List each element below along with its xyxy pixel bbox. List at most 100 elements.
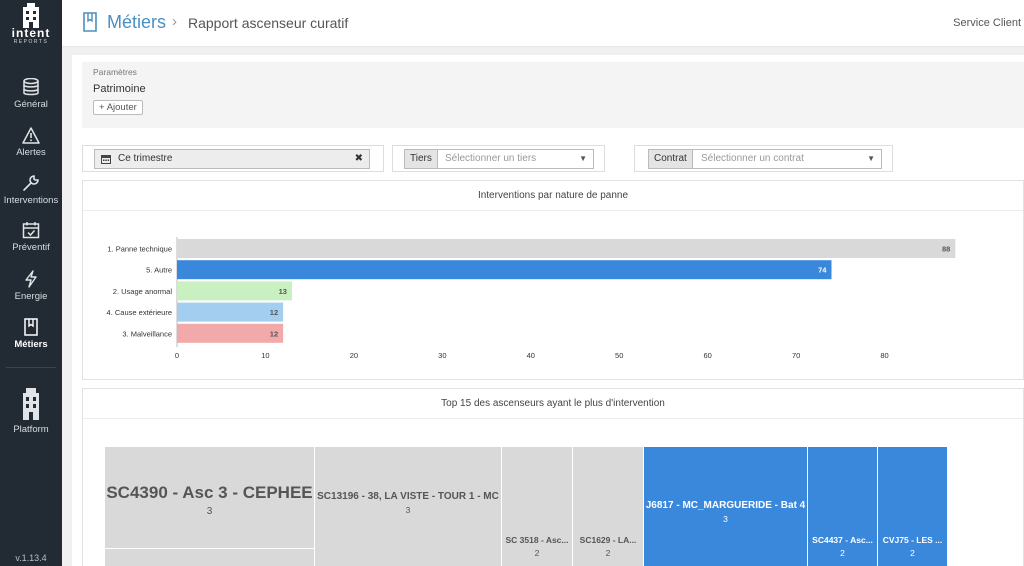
x-tick-label: 70: [792, 351, 800, 360]
parameters-label: Paramètres: [93, 67, 137, 77]
bar: [177, 323, 284, 343]
treemap-tile-value: 2: [840, 548, 845, 558]
breadcrumb-separator: ›: [172, 13, 177, 30]
book-icon: [83, 12, 97, 32]
x-tick-label: 20: [350, 351, 358, 360]
sidebar-item-label: Energie: [14, 291, 48, 302]
treemap-tile-name: CVJ75 - LES ...: [882, 535, 943, 545]
treemap-tile-name: SC4437 - Asc...: [812, 535, 873, 545]
add-button-label: Ajouter: [106, 102, 137, 113]
treemap-tile[interactable]: CVJ75 - LES ... 2: [878, 447, 948, 566]
chevron-down-icon: ▼: [579, 154, 587, 163]
date-range-field[interactable]: Ce trimestre ✖: [94, 149, 370, 169]
bar: [177, 281, 292, 301]
parameters-panel: Paramètres Patrimoine + Ajouter: [82, 62, 1024, 128]
wrench-icon: [23, 175, 39, 191]
treemap-tile[interactable]: SC4390 - Asc 3 - CEPHEE 3: [105, 447, 315, 549]
treemap-tile[interactable]: SC 3518 - Asc... 2: [502, 447, 573, 566]
data-label: 88: [942, 245, 950, 254]
sidebar-item-metiers[interactable]: Métiers: [0, 318, 62, 364]
treemap-tile[interactable]: J6817 - MC_MARGUERIDE - Bat 4 3: [644, 447, 808, 566]
contrat-placeholder: Sélectionner un contrat: [701, 153, 804, 164]
page-header: Métiers › Rapport ascenseur curatif Serv…: [62, 0, 1024, 47]
lightning-icon: [25, 270, 37, 288]
intent-reports-logo[interactable]: intent REPORTS: [0, 2, 62, 64]
category-label: 5. Autre: [146, 266, 172, 275]
treemap-tile[interactable]: SC1629 - LA... 2: [573, 447, 644, 566]
treemap-tile-name: J6817 - MC_MARGUERIDE - Bat 4: [645, 500, 806, 511]
data-label: 12: [270, 329, 278, 338]
sidebar-item-label: Général: [14, 99, 48, 110]
treemap-tile-value: 2: [534, 548, 540, 558]
sidebar-item-general[interactable]: Général: [0, 78, 62, 124]
app-version: v.1.13.4: [15, 553, 47, 563]
treemap-tile-name: SC1629 - LA...: [579, 535, 637, 545]
x-tick-label: 0: [175, 351, 179, 360]
treemap-tile[interactable]: SC4437 - Asc... 2: [808, 447, 878, 566]
bar-chart-panel: Interventions par nature de panne 1. Pan…: [82, 180, 1024, 380]
logo-building-icon: [23, 3, 39, 28]
category-label: 1. Panne technique: [107, 245, 172, 254]
x-tick-label: 60: [703, 351, 711, 360]
contrat-filter-box: Contrat Sélectionner un contrat ▼: [634, 145, 893, 172]
tiers-select[interactable]: Tiers Sélectionner un tiers ▼: [404, 149, 594, 169]
category-label: 4. Cause extérieure: [107, 308, 172, 317]
logo-text: intent: [11, 26, 51, 40]
treemap-panel: Top 15 des ascenseurs ayant le plus d'in…: [82, 388, 1024, 566]
bar: [177, 260, 832, 280]
tiers-label: Tiers: [405, 150, 438, 168]
patrimoine-title: Patrimoine: [93, 83, 146, 95]
add-button[interactable]: + Ajouter: [93, 100, 143, 115]
x-tick-label: 80: [880, 351, 888, 360]
treemap-tile-name: SC13196 - 38, LA VISTE - TOUR 1 - MC: [317, 491, 499, 502]
category-label: 3. Malveillance: [122, 329, 172, 338]
building-icon: [23, 388, 39, 420]
service-client-link[interactable]: Service Client: [953, 17, 1021, 29]
bar-chart-title: Interventions par nature de panne: [83, 181, 1023, 211]
data-label: 12: [270, 308, 278, 317]
sidebar-divider: [6, 367, 56, 368]
sidebar-item-label: Alertes: [16, 147, 46, 158]
database-icon: [23, 78, 39, 96]
data-label: 74: [818, 266, 827, 275]
sidebar-item-alertes[interactable]: Alertes: [0, 127, 62, 173]
x-tick-label: 50: [615, 351, 623, 360]
x-tick-label: 30: [438, 351, 446, 360]
sidebar-item-platform[interactable]: Platform: [0, 387, 62, 435]
x-tick-label: 10: [261, 351, 269, 360]
chevron-down-icon: ▼: [867, 154, 875, 163]
contrat-label: Contrat: [649, 150, 693, 168]
tiers-filter-box: Tiers Sélectionner un tiers ▼: [392, 145, 605, 172]
treemap-tile-value: 3: [405, 505, 411, 515]
calendar-check-icon: [22, 222, 40, 239]
bar: [177, 302, 284, 322]
x-tick-label: 40: [527, 351, 535, 360]
sidebar-item-energie[interactable]: Energie: [0, 270, 62, 316]
treemap-tile-value: 3: [206, 506, 213, 517]
date-filter-box: Ce trimestre ✖: [82, 145, 384, 172]
bar: [177, 239, 956, 258]
sidebar-item-interventions[interactable]: Interventions: [0, 174, 62, 220]
calendar-icon: [101, 155, 111, 164]
treemap-tile[interactable]: [105, 549, 315, 566]
contrat-select[interactable]: Contrat Sélectionner un contrat ▼: [648, 149, 882, 169]
warning-icon: [22, 127, 40, 144]
breadcrumb-current: Rapport ascenseur curatif: [188, 15, 349, 31]
treemap-tile-value: 2: [910, 548, 915, 558]
sidebar-item-label: Métiers: [14, 339, 48, 350]
treemap-tile[interactable]: SC13196 - 38, LA VISTE - TOUR 1 - MC 3: [315, 447, 502, 566]
treemap-tile-value: 2: [605, 548, 611, 558]
sidebar-item-preventif[interactable]: Préventif: [0, 221, 62, 267]
sidebar-item-label: Platform: [13, 424, 49, 435]
category-label: 2. Usage anormal: [113, 287, 173, 296]
sidebar: intent REPORTS Général Alertes Intervent…: [0, 0, 62, 566]
clear-icon[interactable]: ✖: [355, 150, 363, 168]
data-label: 13: [279, 287, 287, 296]
treemap-tile-name: SC4390 - Asc 3 - CEPHEE: [106, 483, 313, 502]
bar-chart: 1. Panne technique 88 5. Autre 74 2. Usage a…: [107, 237, 956, 360]
book-icon: [24, 318, 38, 336]
logo-subtext: REPORTS: [13, 39, 49, 45]
treemap-tile-name: SC 3518 - Asc...: [505, 535, 569, 545]
plus-icon: +: [99, 102, 105, 113]
page-title[interactable]: Métiers: [107, 12, 166, 33]
